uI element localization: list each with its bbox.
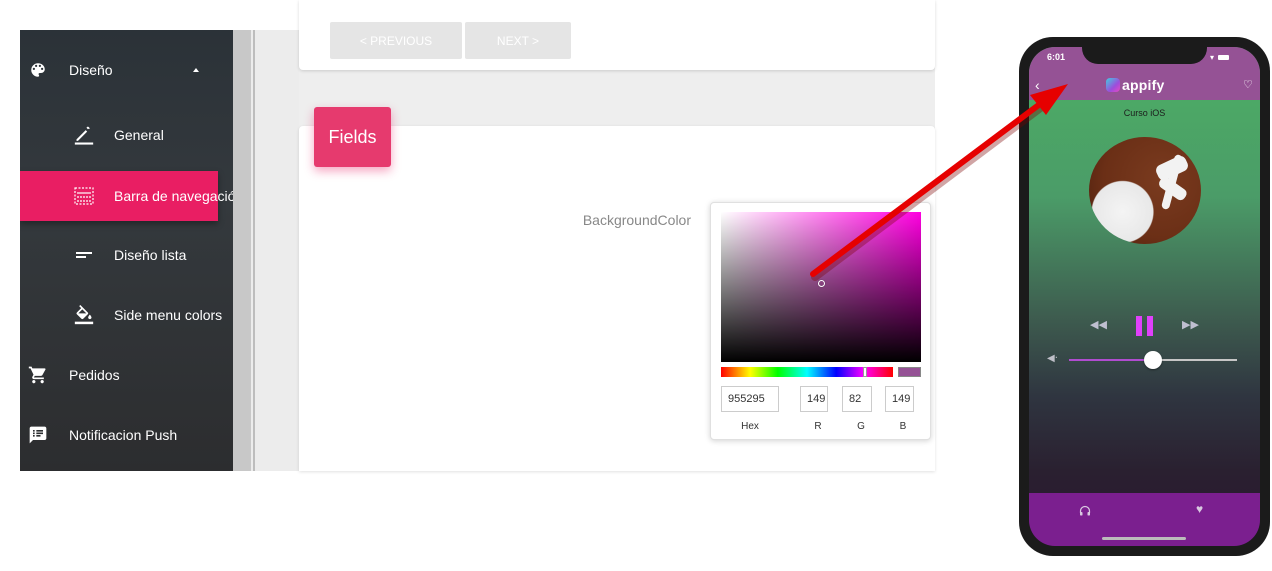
sidebar-item-notificacion-push[interactable]: Notificacion Push xyxy=(20,415,233,455)
next-button[interactable]: NEXT > xyxy=(465,22,571,59)
favorite-icon[interactable]: ♡ xyxy=(1243,78,1253,91)
app-name: appify xyxy=(1122,77,1165,93)
divider xyxy=(253,30,255,471)
sidebar-scrollbar[interactable] xyxy=(233,30,299,471)
sidebar: Diseño General Barra de navegación Diseñ… xyxy=(20,30,233,471)
hex-label: Hex xyxy=(741,421,759,432)
volume-fill xyxy=(1069,359,1153,361)
palette-icon xyxy=(28,60,48,80)
r-input[interactable]: 149 xyxy=(800,386,828,412)
color-picker: 955295 149 82 149 Hex R G B xyxy=(710,202,931,440)
wifi-icon: ▾ xyxy=(1210,53,1215,62)
sidebar-item-pedidos[interactable]: Pedidos xyxy=(20,355,233,395)
pause-button[interactable] xyxy=(1136,316,1154,336)
pager-card: < PREVIOUS NEXT > xyxy=(299,0,935,70)
value-gradient xyxy=(721,212,921,362)
navbar-icon xyxy=(74,186,94,206)
list-icon xyxy=(74,245,94,265)
r-label: R xyxy=(814,421,822,432)
b-input[interactable]: 149 xyxy=(885,386,914,412)
b-label: B xyxy=(899,421,907,432)
previous-button[interactable]: < PREVIOUS xyxy=(330,22,462,59)
back-icon[interactable]: ‹ xyxy=(1035,77,1040,93)
paint-bucket-icon xyxy=(74,305,94,325)
phone-screen xyxy=(1029,47,1260,546)
pause-bar xyxy=(1136,316,1142,336)
chevron-up-icon xyxy=(193,68,199,72)
sidebar-item-label: General xyxy=(114,127,164,143)
hue-slider[interactable] xyxy=(721,367,893,377)
status-time: 6:01 xyxy=(1047,52,1066,62)
color-swatch xyxy=(898,367,921,377)
app-logo: appify xyxy=(1106,77,1164,93)
hue-handle[interactable] xyxy=(863,367,867,377)
sidebar-item-label: Side menu colors xyxy=(114,307,223,323)
volume-slider-knob[interactable] xyxy=(1144,351,1162,369)
rewind-icon[interactable]: ◀◀ xyxy=(1090,318,1107,331)
heart-icon[interactable]: ♥ xyxy=(1196,502,1203,516)
sidebar-item-barra-navegacion[interactable]: Barra de navegación xyxy=(20,171,233,221)
fast-forward-icon[interactable]: ▶▶ xyxy=(1182,318,1199,331)
message-icon xyxy=(28,425,48,445)
sidebar-item-label: Pedidos xyxy=(69,367,120,383)
sidebar-item-label: Barra de navegación xyxy=(114,188,233,204)
course-title: Curso iOS xyxy=(1123,108,1166,118)
hex-input[interactable]: 955295 xyxy=(721,386,779,412)
football-laces xyxy=(1156,154,1188,210)
saturation-handle[interactable] xyxy=(818,280,825,287)
sidebar-item-label: Diseño xyxy=(69,62,113,78)
pause-bar xyxy=(1147,316,1153,336)
sidebar-item-diseno-lista[interactable]: Diseño lista xyxy=(20,235,233,275)
edit-icon xyxy=(74,125,94,145)
sidebar-item-side-menu-colors[interactable]: Side menu colors xyxy=(20,295,233,335)
status-icons: ▾ xyxy=(1210,53,1230,62)
stage: Diseño General Barra de navegación Diseñ… xyxy=(0,0,1272,571)
volume-icon: ◀‧ xyxy=(1047,353,1058,364)
cart-icon xyxy=(28,365,48,385)
g-label: G xyxy=(857,421,865,432)
appify-logo-icon xyxy=(1106,78,1120,92)
sidebar-item-general[interactable]: General xyxy=(20,115,233,155)
fields-tab: Fields xyxy=(314,107,391,167)
sidebar-item-label: Diseño lista xyxy=(114,247,187,263)
battery-icon xyxy=(1218,55,1230,60)
saturation-area[interactable] xyxy=(721,212,921,362)
phone-notch xyxy=(1082,37,1207,64)
headphones-icon[interactable] xyxy=(1079,505,1091,519)
sidebar-item-diseno[interactable]: Diseño xyxy=(20,50,233,90)
g-input[interactable]: 82 xyxy=(842,386,872,412)
scrollbar-track[interactable] xyxy=(233,30,251,471)
home-indicator xyxy=(1102,537,1186,540)
sidebar-item-label: Notificacion Push xyxy=(69,427,178,443)
background-color-label: BackgroundColor xyxy=(582,212,691,228)
